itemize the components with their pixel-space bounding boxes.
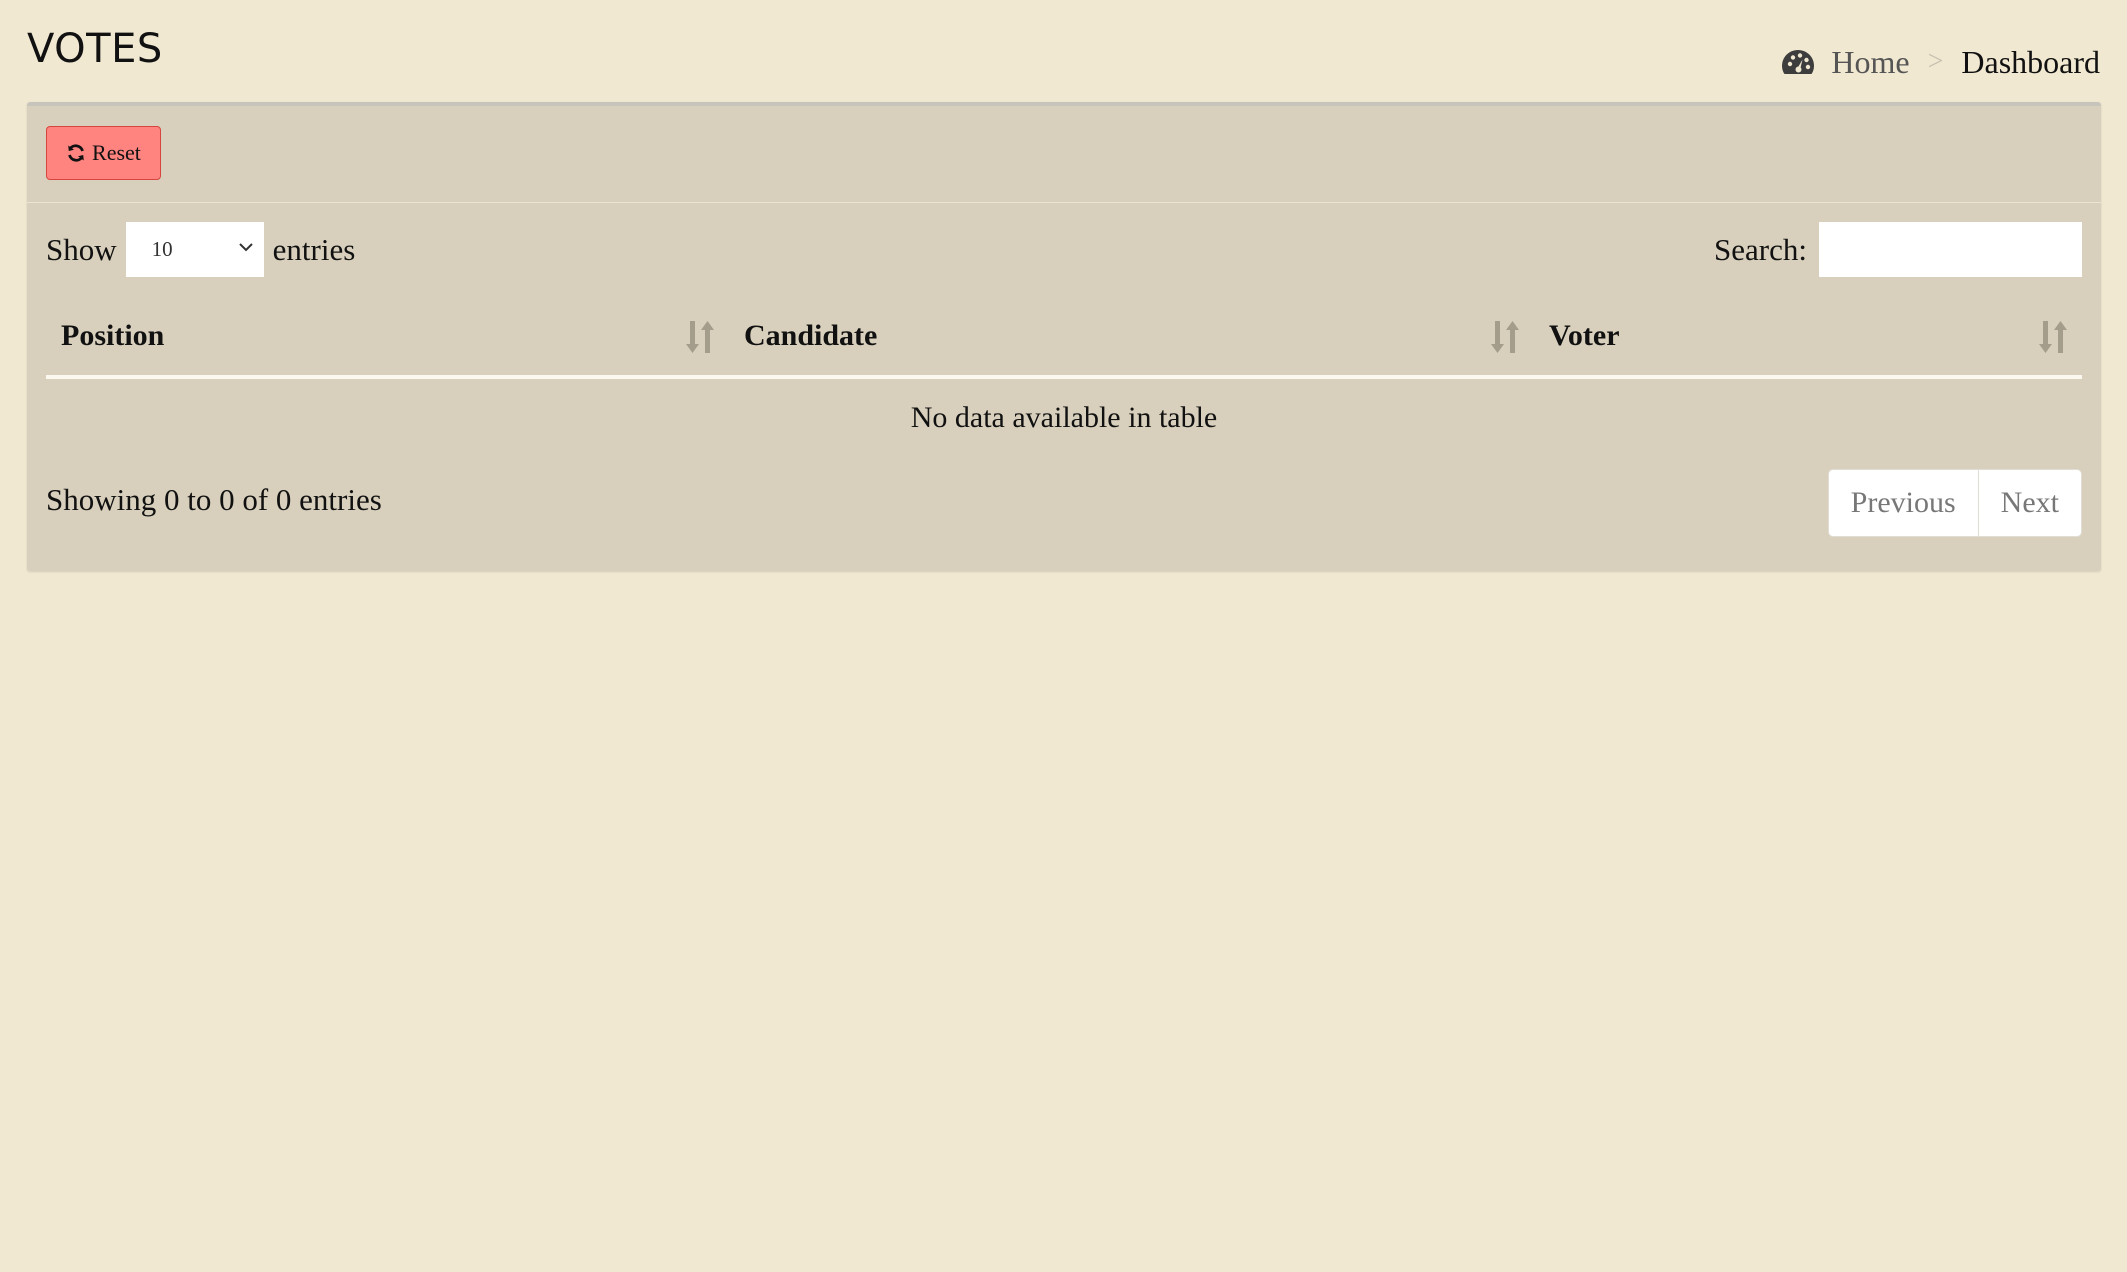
- table-info: Showing 0 to 0 of 0 entries: [46, 482, 382, 517]
- votes-table-wrapper: Position Candidate Voter No data availab…: [46, 297, 2082, 457]
- page-title: VOTES: [27, 26, 163, 72]
- pagination: Previous Next: [1827, 469, 2082, 537]
- column-header-label: Position: [61, 319, 165, 352]
- table-row: No data available in table: [46, 377, 2082, 457]
- page-header: VOTES Home > Dashboard: [27, 26, 2100, 96]
- show-label: Show: [46, 231, 117, 267]
- page-length-select[interactable]: 10: [125, 222, 264, 277]
- entries-label: entries: [272, 231, 356, 267]
- reset-button-label: Reset: [92, 140, 141, 165]
- search-label: Search:: [1714, 231, 1807, 267]
- refresh-icon: [68, 144, 84, 162]
- dashboard-gauge-icon: [1782, 50, 1815, 74]
- reset-button[interactable]: Reset: [46, 126, 161, 180]
- breadcrumb: Home > Dashboard: [1781, 42, 2100, 82]
- empty-table-message: No data available in table: [910, 401, 1218, 434]
- search-input[interactable]: [1819, 222, 2082, 277]
- page-length-value: 10: [151, 237, 173, 261]
- page-length-control: Show 10 entries: [46, 222, 355, 277]
- sort-icon: [1491, 321, 1519, 353]
- search-control: Search:: [1714, 222, 2082, 277]
- chevron-down-icon: [238, 243, 253, 252]
- column-header-candidate[interactable]: Candidate: [729, 297, 1534, 379]
- sort-icon: [2039, 321, 2067, 353]
- votes-panel: Reset Show 10 entries Search: Position C…: [27, 102, 2101, 571]
- previous-page-button[interactable]: Previous: [1829, 470, 1978, 536]
- column-header-label: Voter: [1549, 319, 1620, 352]
- column-header-position[interactable]: Position: [46, 297, 729, 379]
- breadcrumb-home-label: Home: [1831, 44, 1910, 80]
- breadcrumb-home-link[interactable]: Home: [1781, 42, 1910, 82]
- votes-table: Position Candidate Voter No data availab…: [46, 297, 2082, 457]
- sort-icon: [686, 321, 714, 353]
- panel-toolbar: Reset: [27, 106, 2101, 203]
- breadcrumb-separator: >: [1927, 46, 1944, 77]
- column-header-voter[interactable]: Voter: [1534, 297, 2082, 379]
- breadcrumb-current: Dashboard: [1961, 44, 2100, 80]
- next-page-button[interactable]: Next: [1977, 470, 2081, 536]
- table-header-row: Position Candidate Voter: [46, 297, 2082, 379]
- column-header-label: Candidate: [744, 319, 878, 352]
